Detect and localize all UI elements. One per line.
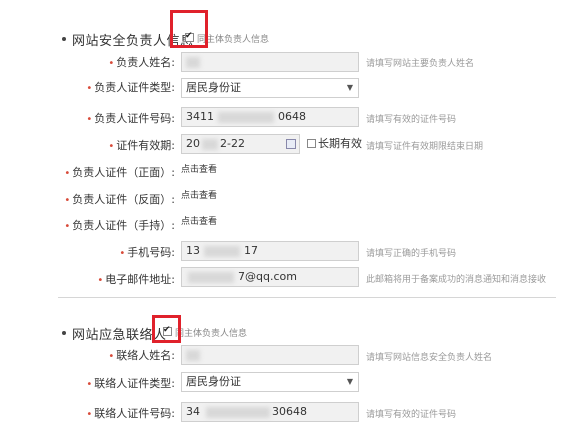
contact-name-input[interactable] xyxy=(181,345,359,365)
long-term-checkbox[interactable] xyxy=(307,139,316,148)
id-number-prefix: 3411 xyxy=(186,110,214,123)
owner-mobile-hint: 请填写正确的手机号码 xyxy=(366,249,457,259)
required-star: • xyxy=(86,409,93,420)
owner-id-type-label: • 负责人证件类型: xyxy=(86,81,175,94)
long-term-label: 长期有效 xyxy=(318,137,362,150)
required-star: • xyxy=(64,221,71,232)
contact-id-number-input[interactable]: 34 30648 xyxy=(181,402,359,422)
required-star: • xyxy=(108,141,115,152)
contact-id-number-suffix: 30648 xyxy=(272,405,307,418)
owner-id-number-input[interactable]: 3411 0648 xyxy=(181,107,359,127)
calendar-icon[interactable] xyxy=(286,139,296,149)
redacted-block xyxy=(204,246,240,257)
email-suffix: 7@qq.com xyxy=(238,270,297,283)
contact-id-number-hint: 请填写有效的证件号码 xyxy=(366,410,457,420)
owner-id-back-view-link[interactable]: 点击查看 xyxy=(181,188,217,201)
contact-id-type-select[interactable]: 居民身份证 ▼ xyxy=(181,372,359,392)
contact-id-number-label: • 联络人证件号码: xyxy=(86,407,175,420)
owner-email-hint: 此邮箱将用于备案成功的消息通知和消息接收 xyxy=(366,275,547,285)
section-divider xyxy=(58,297,556,298)
highlight-box xyxy=(152,315,181,343)
mobile-suffix: 17 xyxy=(244,244,258,257)
owner-id-type-value: 居民身份证 xyxy=(186,81,241,94)
owner-id-type-select[interactable]: 居民身份证 ▼ xyxy=(181,78,359,98)
mobile-prefix: 13 xyxy=(186,244,200,257)
owner-mobile-label: • 手机号码: xyxy=(119,246,175,259)
owner-id-validity-label: • 证件有效期: xyxy=(108,139,175,152)
owner-id-front-view-link[interactable]: 点击查看 xyxy=(181,162,217,175)
redacted-block xyxy=(218,112,274,123)
contact-id-type-value: 居民身份证 xyxy=(186,375,241,388)
highlight-box xyxy=(170,10,208,48)
chevron-down-icon: ▼ xyxy=(346,377,353,386)
redacted-block xyxy=(188,272,234,283)
owner-mobile-input[interactable]: 13 17 xyxy=(181,241,359,261)
owner-id-handheld-label: • 负责人证件（手持）: xyxy=(64,219,175,232)
required-star: • xyxy=(86,83,93,94)
required-star: • xyxy=(86,114,93,125)
contact-name-label: • 联络人姓名: xyxy=(108,349,175,362)
owner-name-input[interactable] xyxy=(181,52,359,72)
id-number-suffix: 0648 xyxy=(278,110,306,123)
owner-id-back-label: • 负责人证件（反面）: xyxy=(64,193,175,206)
same-as-owner-label: 同主体负责人信息 xyxy=(175,329,248,339)
owner-name-hint: 请填写网站主要负责人姓名 xyxy=(366,59,475,69)
required-star: • xyxy=(108,58,115,69)
required-star: • xyxy=(108,351,115,362)
contact-id-type-label: • 联络人证件类型: xyxy=(86,377,175,390)
required-star: • xyxy=(64,195,71,206)
chevron-down-icon: ▼ xyxy=(346,83,353,92)
redacted-block xyxy=(186,350,200,361)
required-star: • xyxy=(97,275,104,286)
redacted-block xyxy=(206,407,270,418)
owner-email-label: • 电子邮件地址: xyxy=(97,273,175,286)
owner-name-label: • 负责人姓名: xyxy=(108,56,175,69)
owner-id-front-label: • 负责人证件（正面）: xyxy=(64,166,175,179)
contact-name-hint: 请填写网站信息安全负责人姓名 xyxy=(366,353,493,363)
owner-id-number-label: • 负责人证件号码: xyxy=(86,112,175,125)
section-bullet xyxy=(62,331,66,335)
contact-id-number-prefix: 34 xyxy=(186,405,200,418)
owner-id-validity-hint: 请填写证件有效期限结束日期 xyxy=(366,142,484,152)
required-star: • xyxy=(119,248,126,259)
validity-suffix: 2-22 xyxy=(220,137,245,150)
section-bullet xyxy=(62,37,66,41)
required-star: • xyxy=(64,168,71,179)
owner-id-validity-input[interactable]: 20 2-22 xyxy=(181,134,300,154)
redacted-block xyxy=(202,139,218,150)
validity-prefix: 20 xyxy=(186,137,200,150)
owner-email-input[interactable]: 7@qq.com xyxy=(181,267,359,287)
required-star: • xyxy=(86,379,93,390)
owner-id-handheld-view-link[interactable]: 点击查看 xyxy=(181,214,217,227)
redacted-block xyxy=(186,57,200,68)
owner-id-number-hint: 请填写有效的证件号码 xyxy=(366,115,457,125)
